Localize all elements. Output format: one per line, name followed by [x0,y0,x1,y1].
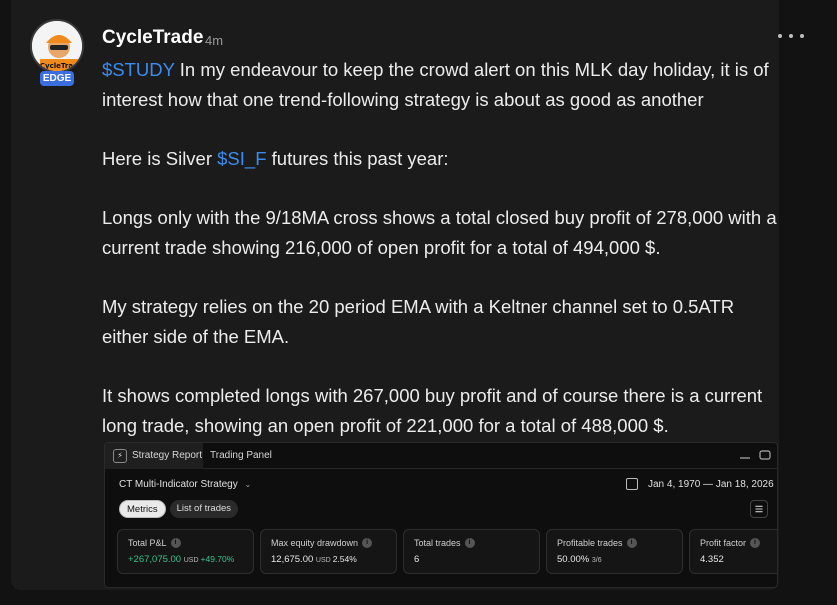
info-icon[interactable]: i [750,538,761,548]
edge-badge: EDGE [40,71,74,86]
metric-profit-factor: Profit factor i 4.352 [689,529,777,574]
date-range[interactable]: Jan 4, 1970 — Jan 18, 2026 [648,479,774,490]
tab-trading-panel[interactable]: Trading Panel [210,443,272,469]
metric-unit: 3/6 [591,557,602,564]
metric-label: Profit factor [700,538,747,548]
post-paragraph-3: Longs only with the 9/18MA cross shows a… [102,207,777,258]
ticker-link-si-f[interactable]: $SI_F [217,148,266,169]
post-paragraph-2: Here is Silver $SI_F futures this past y… [102,144,782,174]
strategy-icon: ⚡ [113,449,127,463]
filter-metrics[interactable]: Metrics [119,500,166,518]
metric-value: 4.352 [700,554,724,565]
maximize-icon[interactable] [758,449,772,461]
metric-label: Max equity drawdown [271,538,359,548]
info-icon[interactable]: i [170,538,181,548]
info-icon[interactable]: i [362,538,373,548]
post-text: In my endeavour to keep the crowd alert … [102,59,769,110]
post-text: Here is Silver [102,148,218,169]
info-icon[interactable]: i [626,538,637,548]
post-text: futures this past year: [266,148,449,169]
report-filters: Metrics List of trades [119,500,239,518]
metrics-row: Total P&L i +267,075.00 USD +49.70% Max eq… [117,529,777,574]
post-body: $STUDY In my endeavour to keep the crowd… [102,55,782,441]
post-time: 4m [205,33,224,48]
metric-total-trades: Total trades i 6 [403,529,540,574]
author-name[interactable]: CycleTrade [102,27,203,49]
metric-value: 12,675.00 [271,554,314,565]
metric-label: Profitable trades [557,538,623,548]
metric-max-drawdown: Max equity drawdown i 12,675.00 USD 2.54% [260,529,397,574]
metric-total-pnl: Total P&L i +267,075.00 USD +49.70% [117,529,254,574]
ticker-link-study[interactable]: $STUDY [102,59,175,80]
avatar[interactable]: CycleTrad [30,19,84,73]
filter-list-of-trades[interactable]: List of trades [169,500,239,518]
list-icon[interactable] [750,500,768,518]
info-icon[interactable]: i [464,538,475,548]
metric-sub: +49.70% [200,554,235,564]
chevron-down-icon: ⌄ [244,480,252,489]
minimize-icon[interactable] [738,449,752,461]
more-options-icon[interactable] [778,28,804,44]
tab-label: Strategy Report [132,450,203,461]
metric-label: Total P&L [128,538,167,548]
metric-value: +267,075.00 [128,554,182,565]
metric-profitable-trades: Profitable trades i 50.00% 3/6 [546,529,683,574]
metric-sub: 2.54% [332,554,357,564]
panel-tabs: Strategy Report ⚡ Trading Panel [105,443,777,469]
metric-unit: USD [315,557,331,564]
metric-value: 50.00% [557,554,590,565]
post-paragraph-5: It shows completed longs with 267,000 bu… [102,385,763,436]
strategy-selector[interactable]: CT Multi-Indicator Strategy ⌄ [119,479,251,490]
calendar-icon[interactable] [626,478,638,490]
metric-label: Total trades [414,538,461,548]
strategy-name: CT Multi-Indicator Strategy [119,479,238,490]
post-paragraph-1: $STUDY In my endeavour to keep the crowd… [102,55,782,115]
post-paragraph-4: My strategy relies on the 20 period EMA … [102,296,735,347]
metric-unit: USD [183,557,199,564]
metric-value: 6 [414,554,420,565]
strategy-report-screenshot[interactable]: Strategy Report ⚡ Trading Panel CT Multi… [104,442,778,588]
